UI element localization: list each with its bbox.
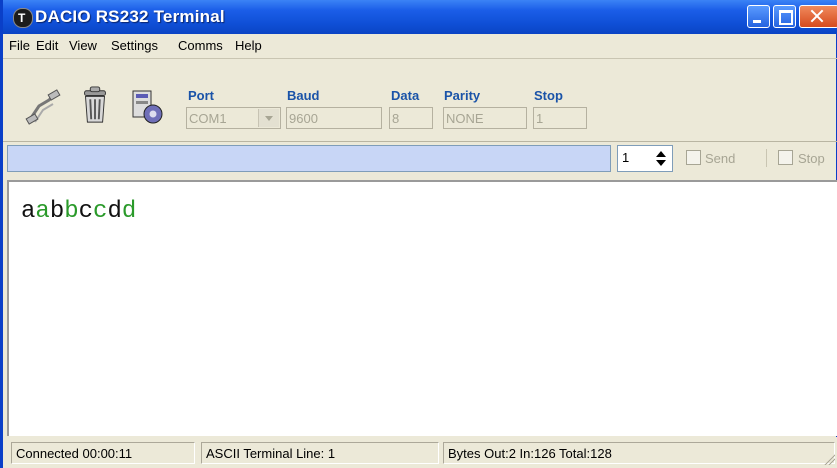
menu-file[interactable]: File <box>9 38 30 53</box>
parity-field[interactable]: NONE <box>443 107 527 129</box>
minimize-button[interactable] <box>747 5 770 28</box>
terminal-char: d <box>121 198 137 225</box>
send-input[interactable] <box>7 145 611 172</box>
toolbar: Port COM1 Baud 9600 Data 8 Parity NONE S… <box>3 59 837 142</box>
trash-can-icon[interactable] <box>77 86 113 124</box>
stop-bits-label: Stop <box>534 88 563 103</box>
terminal-char: c <box>93 198 108 225</box>
app-window: T DACIO RS232 Terminal File Edit View Se… <box>0 0 837 468</box>
status-connected: Connected 00:00:11 <box>11 442 195 464</box>
repeat-spinner[interactable]: 1 <box>617 145 673 172</box>
terminal-output[interactable]: aabbccdd <box>7 180 837 436</box>
port-select[interactable]: COM1 <box>186 107 281 129</box>
resize-grip-icon[interactable] <box>823 453 835 465</box>
terminal-char: b <box>64 198 79 225</box>
send-bar: 1 Send Stop <box>3 141 837 179</box>
port-settings-icon[interactable] <box>129 88 165 126</box>
status-bar: Connected 00:00:11 ASCII Terminal Line: … <box>3 437 837 468</box>
baud-field[interactable]: 9600 <box>286 107 382 129</box>
menu-settings[interactable]: Settings <box>111 38 158 53</box>
window-title: DACIO RS232 Terminal <box>35 7 225 26</box>
connect-cable-icon[interactable] <box>25 88 61 126</box>
menu-comms[interactable]: Comms <box>178 38 223 53</box>
status-bytes: Bytes Out:2 In:126 Total:128 <box>443 442 835 464</box>
baud-label: Baud <box>287 88 320 103</box>
terminal-char: d <box>107 198 122 225</box>
port-label: Port <box>188 88 214 103</box>
terminal-char: a <box>35 198 50 225</box>
title-bar[interactable]: T DACIO RS232 Terminal <box>3 0 837 34</box>
terminal-char: c <box>78 198 94 225</box>
terminal-app-icon[interactable]: T <box>13 8 33 28</box>
terminal-text: aabbccdd <box>21 198 136 225</box>
close-button[interactable] <box>799 5 837 28</box>
parity-label: Parity <box>444 88 481 103</box>
stop-square-icon[interactable] <box>778 150 793 165</box>
data-bits-label: Data <box>391 88 420 103</box>
maximize-button[interactable] <box>773 5 796 28</box>
chevron-down-icon[interactable] <box>258 109 279 127</box>
status-mode: ASCII Terminal Line: 1 <box>201 442 439 464</box>
spinner-arrows-icon[interactable] <box>654 150 668 168</box>
menu-edit[interactable]: Edit <box>36 38 58 53</box>
menu-view[interactable]: View <box>69 38 97 53</box>
stop-bits-field[interactable]: 1 <box>533 107 587 129</box>
stop-button[interactable]: Stop <box>798 151 825 166</box>
repeat-value: 1 <box>622 150 630 165</box>
port-value: COM1 <box>189 111 227 126</box>
send-button[interactable]: Send <box>705 151 735 166</box>
terminal-char: a <box>21 198 36 225</box>
menu-help[interactable]: Help <box>235 38 262 53</box>
terminal-char: b <box>49 198 65 225</box>
send-play-icon[interactable] <box>686 150 701 165</box>
toolbar-separator <box>766 149 767 167</box>
data-bits-field[interactable]: 8 <box>389 107 433 129</box>
